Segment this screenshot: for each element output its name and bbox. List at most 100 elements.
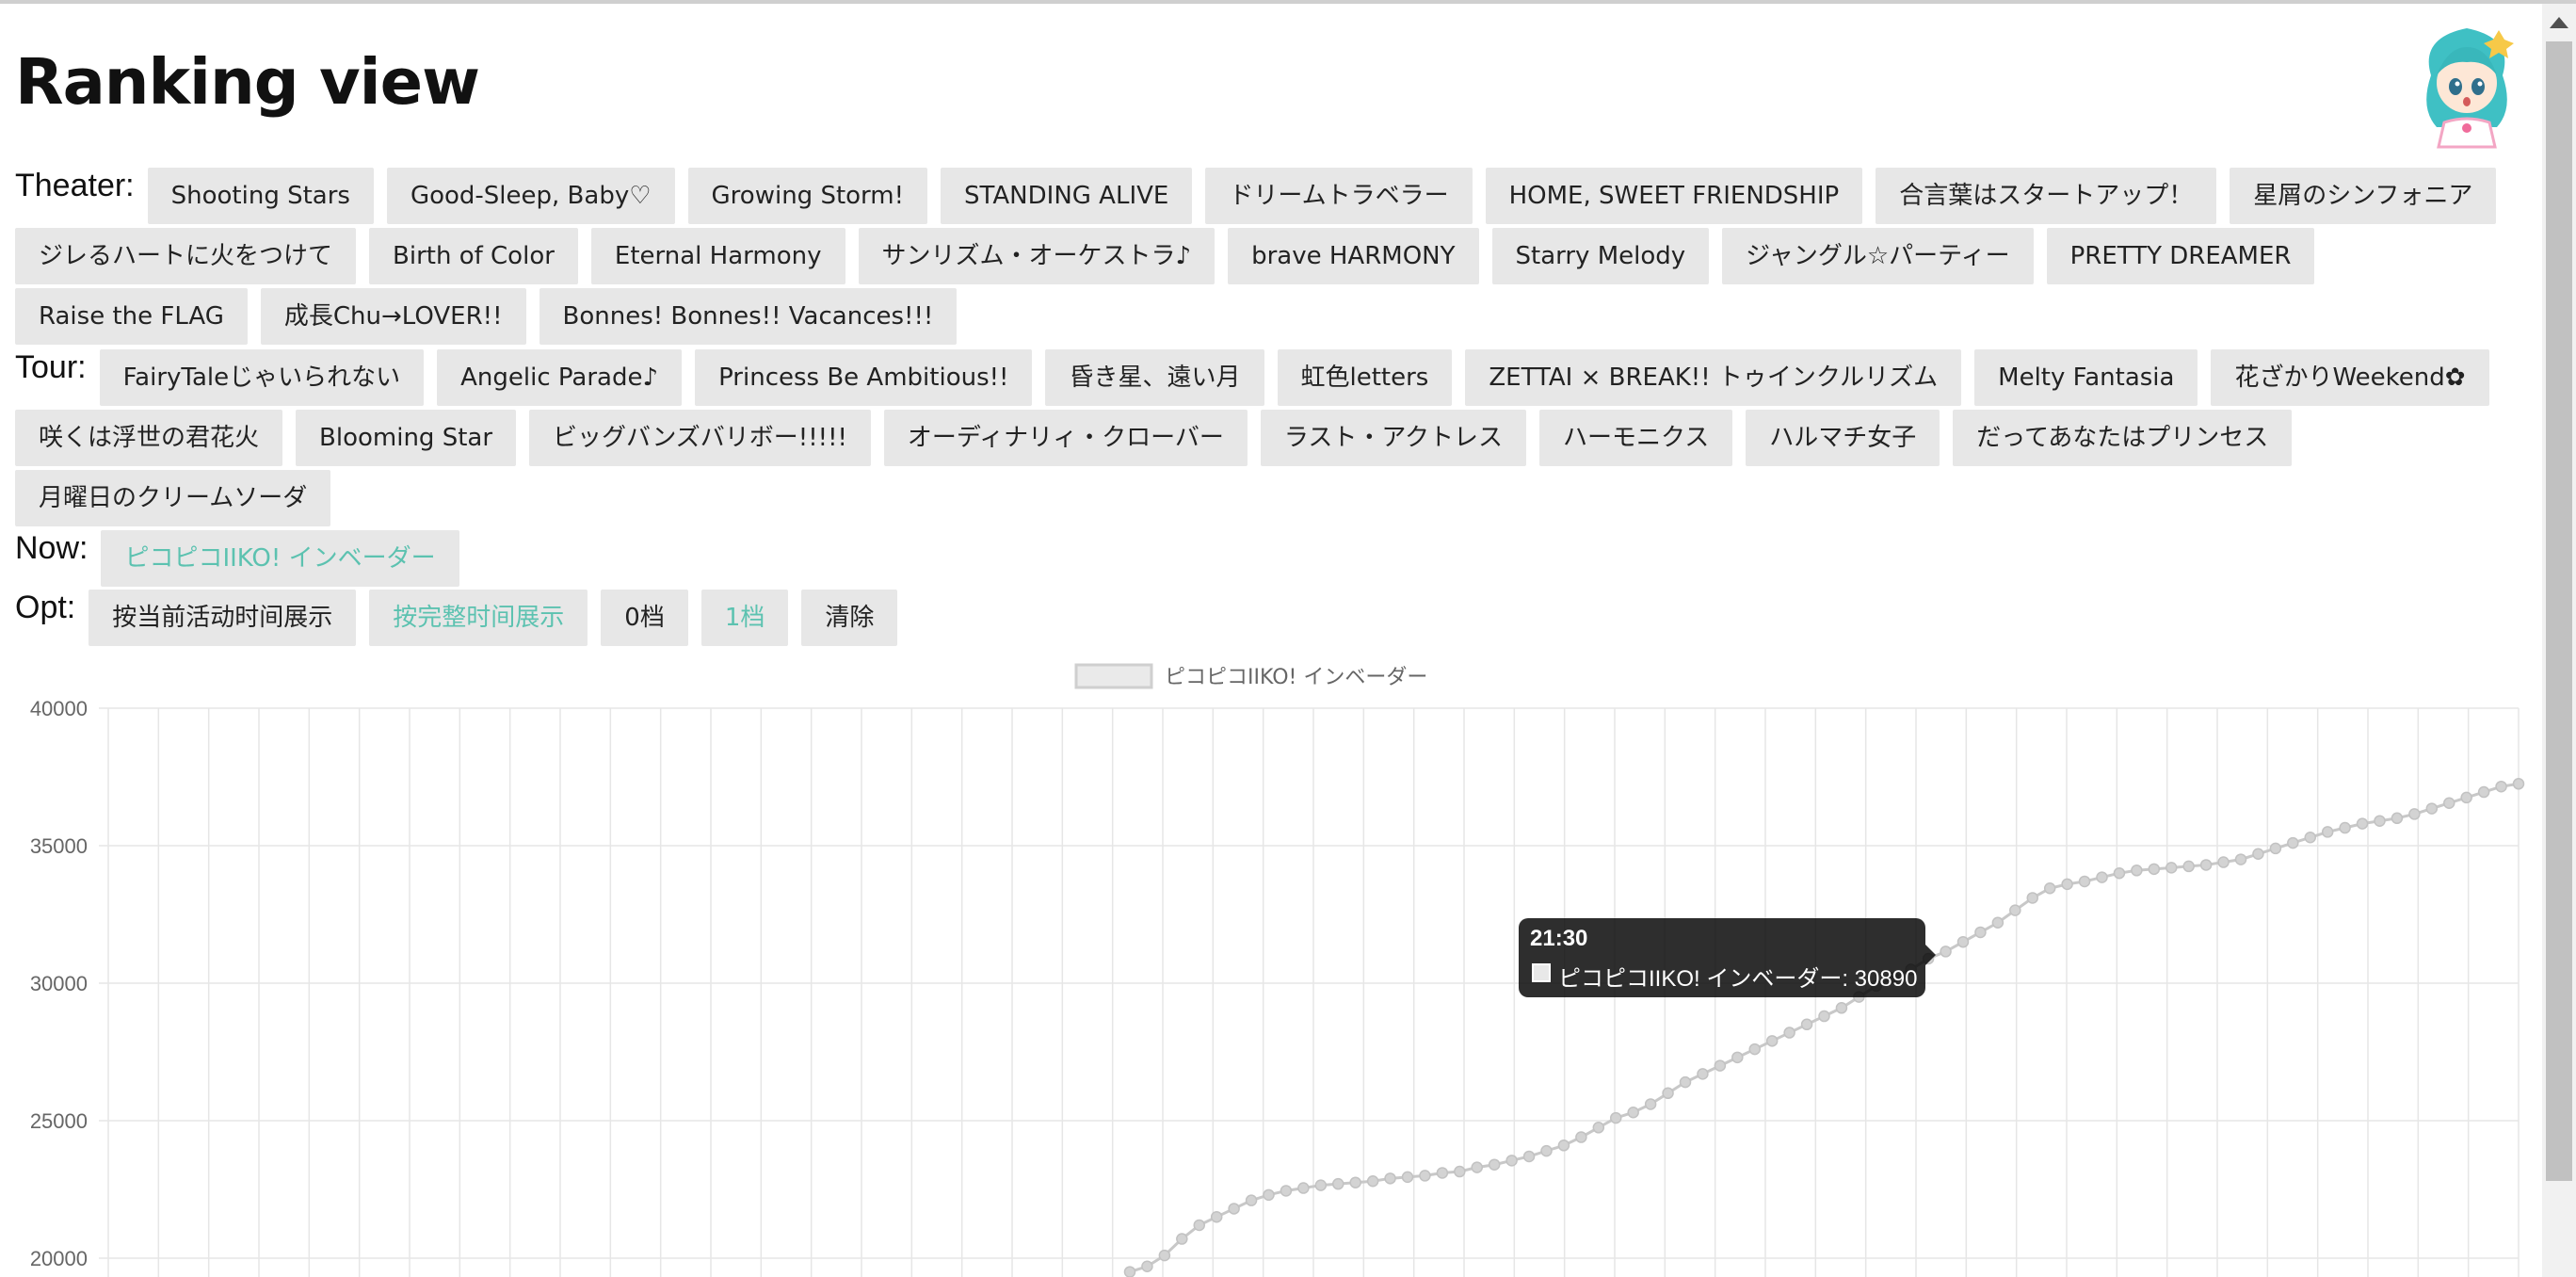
data-point[interactable]: [2304, 831, 2316, 844]
theater-event-button-0[interactable]: Shooting Stars: [147, 168, 374, 224]
theater-event-button-3[interactable]: STANDING ALIVE: [941, 168, 1193, 224]
data-point[interactable]: [1731, 1051, 1744, 1064]
data-point[interactable]: [1835, 1002, 1848, 1014]
theater-event-button-7[interactable]: 星屑のシンフォニア: [2230, 168, 2497, 224]
data-point[interactable]: [1644, 1098, 1657, 1110]
data-point[interactable]: [2217, 856, 2230, 868]
data-point[interactable]: [2269, 842, 2282, 855]
data-point[interactable]: [1314, 1179, 1328, 1191]
tour-event-button-7[interactable]: 花ざかりWeekend✿: [2211, 349, 2489, 406]
theater-event-button-15[interactable]: PRETTY DREAMER: [2046, 228, 2315, 284]
data-point[interactable]: [1280, 1185, 1293, 1197]
data-point[interactable]: [1401, 1171, 1414, 1184]
data-point[interactable]: [2287, 836, 2299, 849]
tour-event-button-11[interactable]: オーディナリィ・クローバー: [883, 410, 1248, 466]
theater-event-button-10[interactable]: Eternal Harmony: [590, 228, 845, 284]
data-point[interactable]: [2043, 882, 2056, 895]
tour-event-button-16[interactable]: 月曜日のクリームソーダ: [15, 470, 331, 526]
data-point[interactable]: [1818, 1010, 1830, 1023]
option-button-4[interactable]: 清除: [801, 590, 898, 646]
theater-event-button-9[interactable]: Birth of Color: [369, 228, 578, 284]
data-point[interactable]: [2252, 848, 2264, 861]
theater-event-button-16[interactable]: Raise the FLAG: [15, 288, 248, 345]
tour-event-button-14[interactable]: ハルマチ女子: [1746, 410, 1940, 466]
data-point[interactable]: [1193, 1219, 1205, 1232]
data-point[interactable]: [1610, 1111, 1622, 1124]
data-point[interactable]: [2460, 791, 2472, 804]
tour-event-button-3[interactable]: 昏き星、遠い月: [1045, 349, 1264, 406]
data-point[interactable]: [2374, 815, 2386, 827]
data-point[interactable]: [2477, 785, 2490, 799]
data-point[interactable]: [1748, 1043, 1761, 1056]
data-point[interactable]: [1228, 1203, 1240, 1215]
data-point[interactable]: [2234, 853, 2247, 865]
data-point[interactable]: [1505, 1155, 1518, 1167]
data-point[interactable]: [1662, 1087, 1674, 1100]
data-point[interactable]: [2512, 778, 2525, 790]
tour-event-button-13[interactable]: ハーモニクス: [1539, 410, 1733, 466]
data-point[interactable]: [1627, 1106, 1639, 1119]
data-point[interactable]: [1176, 1233, 1188, 1245]
option-button-2[interactable]: 0档: [601, 590, 688, 646]
data-point[interactable]: [2096, 871, 2108, 883]
vertical-scrollbar[interactable]: [2542, 4, 2576, 1277]
data-point[interactable]: [2199, 859, 2213, 871]
data-point[interactable]: [2113, 866, 2126, 880]
theater-event-button-14[interactable]: ジャングル☆パーティー: [1722, 228, 2034, 284]
tour-event-button-0[interactable]: FairyTaleじゃいられない: [99, 349, 425, 406]
theater-event-button-12[interactable]: brave HARMONY: [1228, 228, 1479, 284]
data-point[interactable]: [1384, 1172, 1396, 1185]
chart-svg[interactable]: 40000 35000 30000 25000 20000 ピコピコIIKO! インベーダ…: [0, 650, 2542, 1277]
data-point[interactable]: [1349, 1176, 1361, 1188]
data-point[interactable]: [2009, 904, 2021, 916]
theater-event-button-13[interactable]: Starry Melody: [1491, 228, 1710, 284]
data-point[interactable]: [1419, 1170, 1431, 1182]
theater-event-button-5[interactable]: HOME, SWEET FRIENDSHIP: [1485, 168, 1863, 224]
data-point[interactable]: [1956, 935, 1970, 948]
tour-event-button-10[interactable]: ビッグバンズバリボー!!!!!: [529, 410, 871, 466]
option-button-1[interactable]: 按完整时间展示: [369, 590, 588, 646]
data-point[interactable]: [2182, 860, 2195, 873]
option-button-0[interactable]: 按当前活动时间展示: [89, 590, 357, 646]
data-point[interactable]: [2339, 821, 2351, 834]
theater-event-button-6[interactable]: 合言葉はスタートアップ！: [1876, 168, 2217, 224]
tour-event-button-4[interactable]: 虹色letters: [1277, 349, 1453, 406]
tour-event-button-1[interactable]: Angelic Parade♪: [437, 349, 683, 406]
data-point[interactable]: [1141, 1260, 1153, 1273]
data-point[interactable]: [2321, 826, 2334, 838]
theater-event-button-11[interactable]: サンリズム・オーケストラ♪: [858, 228, 1216, 284]
data-point[interactable]: [1783, 1026, 1795, 1039]
tour-event-button-9[interactable]: Blooming Star: [296, 410, 517, 466]
data-point[interactable]: [1697, 1068, 1709, 1080]
data-point[interactable]: [2425, 802, 2439, 815]
data-point[interactable]: [1679, 1075, 1692, 1089]
data-point[interactable]: [1540, 1144, 1553, 1157]
data-point[interactable]: [1974, 926, 1987, 939]
theater-event-button-4[interactable]: ドリームトラベラー: [1205, 168, 1473, 224]
data-point[interactable]: [2443, 797, 2455, 809]
data-point[interactable]: [1366, 1174, 1379, 1188]
data-point[interactable]: [1454, 1165, 1466, 1178]
data-point[interactable]: [1436, 1167, 1449, 1179]
option-button-3[interactable]: 1档: [700, 590, 789, 646]
data-point[interactable]: [1557, 1140, 1570, 1152]
scroll-up-arrow-icon[interactable]: [2550, 17, 2568, 28]
tour-event-button-12[interactable]: ラスト・アクトレス: [1260, 410, 1527, 466]
legend-label[interactable]: ピコピコIIKO! インベーダー: [1165, 666, 1427, 689]
data-point[interactable]: [1263, 1188, 1275, 1202]
theater-event-button-1[interactable]: Good-Sleep, Baby♡: [386, 168, 675, 224]
data-point[interactable]: [2131, 865, 2143, 877]
data-point[interactable]: [2026, 892, 2038, 904]
data-point[interactable]: [1210, 1210, 1223, 1223]
tour-event-button-15[interactable]: だってあなたはプリンセス: [1953, 410, 2293, 466]
now-event-button-0[interactable]: ピコピコIIKO! インベーダー: [101, 530, 459, 587]
data-point[interactable]: [1714, 1059, 1727, 1072]
data-point[interactable]: [1471, 1161, 1483, 1173]
tour-event-button-6[interactable]: Melty Fantasia: [1974, 349, 2198, 406]
data-point[interactable]: [1245, 1194, 1258, 1206]
tour-event-button-5[interactable]: ZETTAI × BREAK!! トゥインクルリズム: [1465, 349, 1962, 406]
data-point[interactable]: [1123, 1266, 1136, 1277]
data-point[interactable]: [2408, 808, 2421, 820]
data-point[interactable]: [2356, 817, 2369, 830]
tour-event-button-8[interactable]: 咲くは浮世の君花火: [15, 410, 283, 466]
